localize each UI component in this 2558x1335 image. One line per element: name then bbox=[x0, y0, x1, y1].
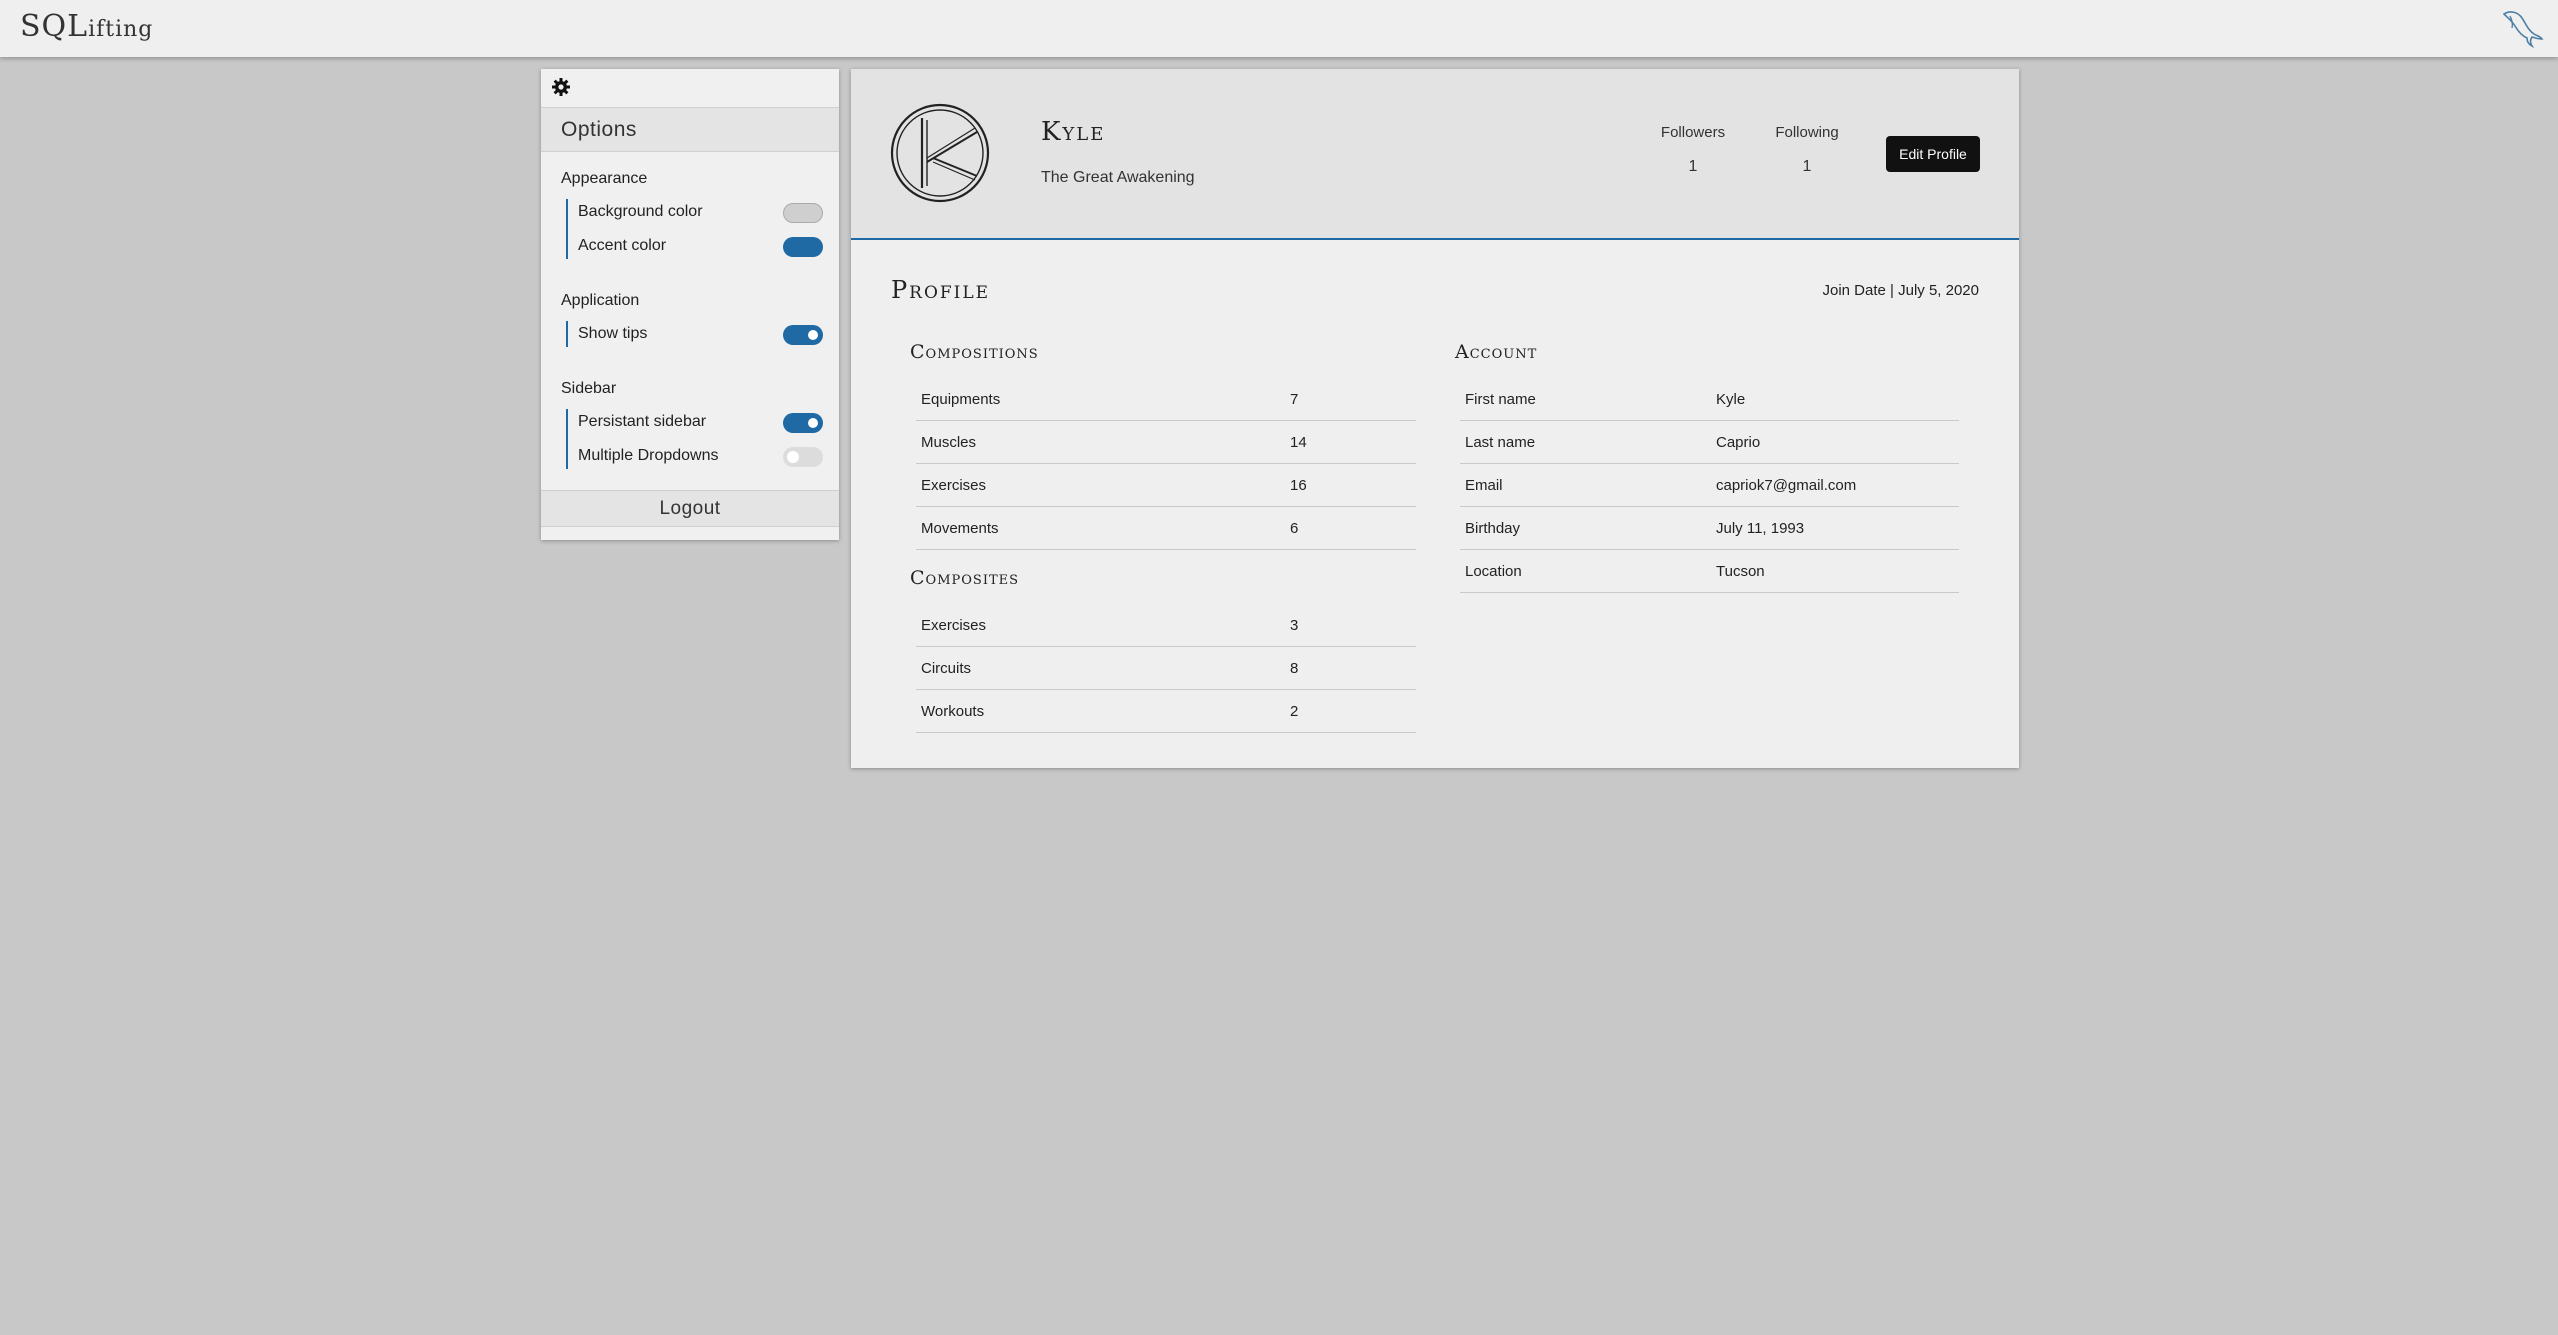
row-value: 8 bbox=[1290, 660, 1299, 677]
logout-button[interactable]: Logout bbox=[541, 490, 839, 527]
profile-name: Kyle bbox=[1041, 117, 1106, 147]
account-title: Account bbox=[1455, 341, 1538, 363]
composites-table: Exercises 3 Circuits 8 Workouts 2 bbox=[916, 604, 1416, 733]
followers-stat[interactable]: Followers 1 bbox=[1633, 124, 1753, 176]
row-key: Circuits bbox=[921, 660, 972, 677]
group-label-appearance: Appearance bbox=[561, 170, 648, 187]
option-persistant-sidebar[interactable]: Persistant sidebar bbox=[578, 411, 823, 435]
table-row: First name Kyle bbox=[1460, 378, 1959, 421]
table-row: Circuits 8 bbox=[916, 647, 1416, 690]
show-tips-toggle[interactable] bbox=[783, 325, 823, 345]
profile-tagline: The Great Awakening bbox=[1041, 169, 1195, 186]
row-value: 7 bbox=[1290, 391, 1299, 408]
accent-color-swatch[interactable] bbox=[783, 237, 823, 257]
group-divider bbox=[566, 409, 568, 469]
table-row: Location Tucson bbox=[1460, 550, 1959, 593]
background-color-swatch[interactable] bbox=[783, 203, 823, 223]
table-row: Birthday July 11, 1993 bbox=[1460, 507, 1959, 550]
profile-header: Kyle The Great Awakening Followers 1 Fol… bbox=[851, 69, 2019, 240]
row-key: Birthday bbox=[1465, 520, 1521, 537]
followers-label: Followers bbox=[1660, 124, 1726, 141]
row-value: Tucson bbox=[1716, 563, 1765, 580]
table-row: Last name Caprio bbox=[1460, 421, 1959, 464]
group-label-application: Application bbox=[561, 292, 640, 309]
following-label: Following bbox=[1775, 124, 1839, 141]
group-divider bbox=[566, 321, 568, 347]
row-key: Equipments bbox=[921, 391, 1001, 408]
row-value: 3 bbox=[1290, 617, 1299, 634]
row-key: Exercises bbox=[921, 477, 987, 494]
group-label-sidebar: Sidebar bbox=[561, 380, 617, 397]
top-bar: SQLifting bbox=[0, 0, 2558, 57]
row-key: Email bbox=[1465, 477, 1503, 494]
followers-count: 1 bbox=[1688, 158, 1698, 175]
row-key: First name bbox=[1465, 391, 1536, 408]
table-row: Equipments 7 bbox=[916, 378, 1416, 421]
option-accent-color[interactable]: Accent color bbox=[578, 235, 823, 259]
table-row: Workouts 2 bbox=[916, 690, 1416, 733]
composites-title: Composites bbox=[910, 567, 1020, 589]
option-show-tips[interactable]: Show tips bbox=[578, 323, 823, 347]
join-date: Join Date | July 5, 2020 bbox=[1822, 282, 1980, 299]
table-row: Email capriok7@gmail.com bbox=[1460, 464, 1959, 507]
table-row: Exercises 3 bbox=[916, 604, 1416, 647]
dolphin-icon[interactable] bbox=[2500, 6, 2544, 48]
row-value: Caprio bbox=[1716, 434, 1761, 451]
compositions-table: Equipments 7 Muscles 14 Exercises 16 Moveme… bbox=[916, 378, 1416, 550]
option-label: Multiple Dropdowns bbox=[578, 447, 719, 464]
row-value: capriok7@gmail.com bbox=[1716, 477, 1857, 494]
row-key: Location bbox=[1465, 563, 1522, 580]
account-table: First name Kyle Last name Caprio Email capr… bbox=[1460, 378, 1959, 593]
row-key: Last name bbox=[1465, 434, 1536, 451]
row-value: 16 bbox=[1290, 477, 1307, 494]
persistant-sidebar-toggle[interactable] bbox=[783, 413, 823, 433]
row-value: July 11, 1993 bbox=[1716, 520, 1805, 537]
edit-profile-button[interactable]: Edit Profile bbox=[1886, 136, 1980, 172]
option-label: Background color bbox=[578, 203, 703, 220]
table-row: Movements 6 bbox=[916, 507, 1416, 550]
avatar[interactable] bbox=[889, 102, 991, 204]
row-key: Movements bbox=[921, 520, 999, 537]
profile-card: Kyle The Great Awakening Followers 1 Fol… bbox=[851, 69, 2019, 768]
compositions-title: Compositions bbox=[910, 341, 1039, 363]
multiple-dropdowns-toggle[interactable] bbox=[783, 447, 823, 467]
row-key: Muscles bbox=[921, 434, 977, 451]
row-value: 2 bbox=[1290, 703, 1299, 720]
option-label: Show tips bbox=[578, 325, 648, 342]
section-title: Profile bbox=[891, 276, 991, 304]
table-row: Muscles 14 bbox=[916, 421, 1416, 464]
following-stat[interactable]: Following 1 bbox=[1747, 124, 1867, 176]
app-brand[interactable]: SQLifting bbox=[20, 9, 153, 44]
following-count: 1 bbox=[1802, 158, 1812, 175]
option-multiple-dropdowns[interactable]: Multiple Dropdowns bbox=[578, 445, 823, 469]
row-value: 6 bbox=[1290, 520, 1299, 537]
row-key: Workouts bbox=[921, 703, 985, 720]
option-background-color[interactable]: Background color bbox=[578, 201, 823, 225]
group-divider bbox=[566, 199, 568, 259]
table-row: Exercises 16 bbox=[916, 464, 1416, 507]
option-label: Accent color bbox=[578, 237, 667, 254]
options-panel: Options Appearance Background color Acce… bbox=[541, 69, 839, 540]
option-label: Persistant sidebar bbox=[578, 413, 707, 430]
options-title: Options bbox=[541, 107, 839, 152]
row-value: 14 bbox=[1290, 434, 1307, 451]
gear-icon[interactable] bbox=[551, 77, 571, 97]
row-key: Exercises bbox=[921, 617, 987, 634]
row-value: Kyle bbox=[1716, 391, 1746, 408]
